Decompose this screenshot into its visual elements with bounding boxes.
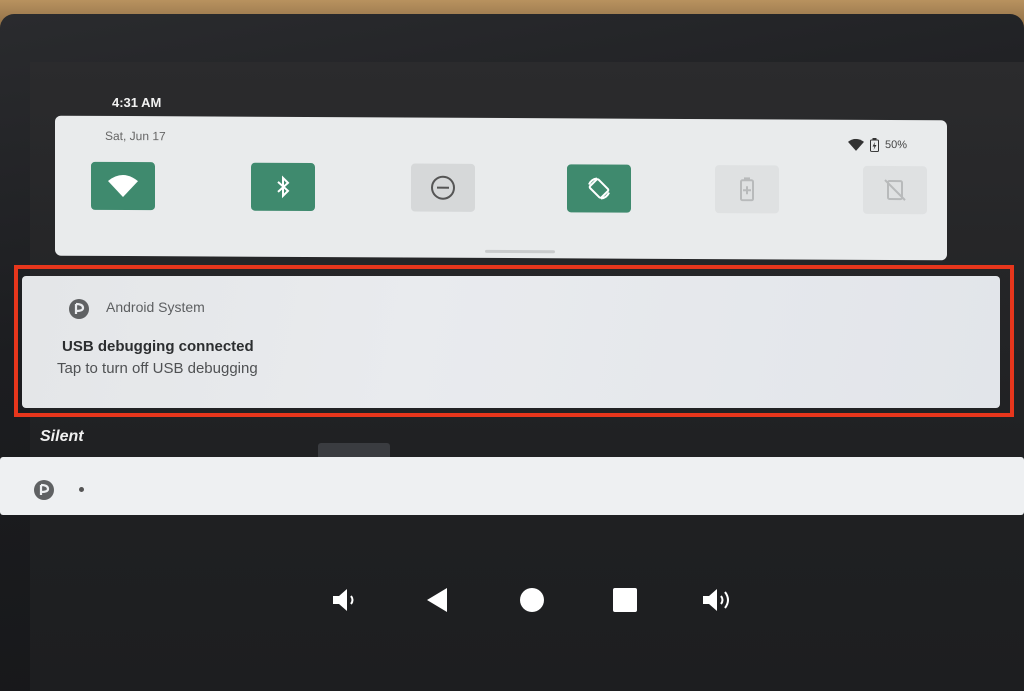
qs-date: Sat, Jun 17 [105,128,166,144]
back-button[interactable] [419,582,455,618]
battery-percent: 50% [884,139,907,152]
battery-saver-icon [740,177,754,202]
quick-settings-panel: Sat, Jun 17 50% [55,115,947,261]
recents-icon [613,588,637,612]
silent-section-header: Silent [40,428,84,445]
volume-up-button[interactable] [699,582,735,618]
wifi-signal-icon [847,138,864,151]
tile-wifi[interactable] [91,161,155,211]
status-time: 4:31 AM [112,95,162,110]
recents-button[interactable] [607,582,643,618]
separator-dot [79,487,84,492]
qs-drag-handle[interactable] [485,249,555,254]
volume-down-button[interactable] [326,582,362,618]
qs-status-icons: 50% [847,137,907,152]
wifi-icon [108,175,138,198]
tile-auto-rotate[interactable] [567,164,631,213]
auto-rotate-icon [588,177,610,200]
navigation-bar [0,570,1024,630]
volume-up-icon [703,589,729,611]
tile-battery-saver[interactable] [715,165,779,214]
silent-notification[interactable] [0,457,1024,515]
android-system-icon [34,480,54,500]
tile-rotation-lock[interactable] [863,165,927,215]
tile-bluetooth[interactable] [251,162,315,212]
volume-down-icon [333,589,354,611]
home-button[interactable] [514,582,550,618]
highlight-box [14,265,1014,417]
rotation-lock-icon [884,179,906,201]
battery-charging-icon [869,137,879,152]
do-not-disturb-icon [431,175,455,200]
bluetooth-icon [277,175,290,199]
home-icon [520,588,544,612]
tile-do-not-disturb[interactable] [411,163,475,212]
back-icon [427,588,447,612]
